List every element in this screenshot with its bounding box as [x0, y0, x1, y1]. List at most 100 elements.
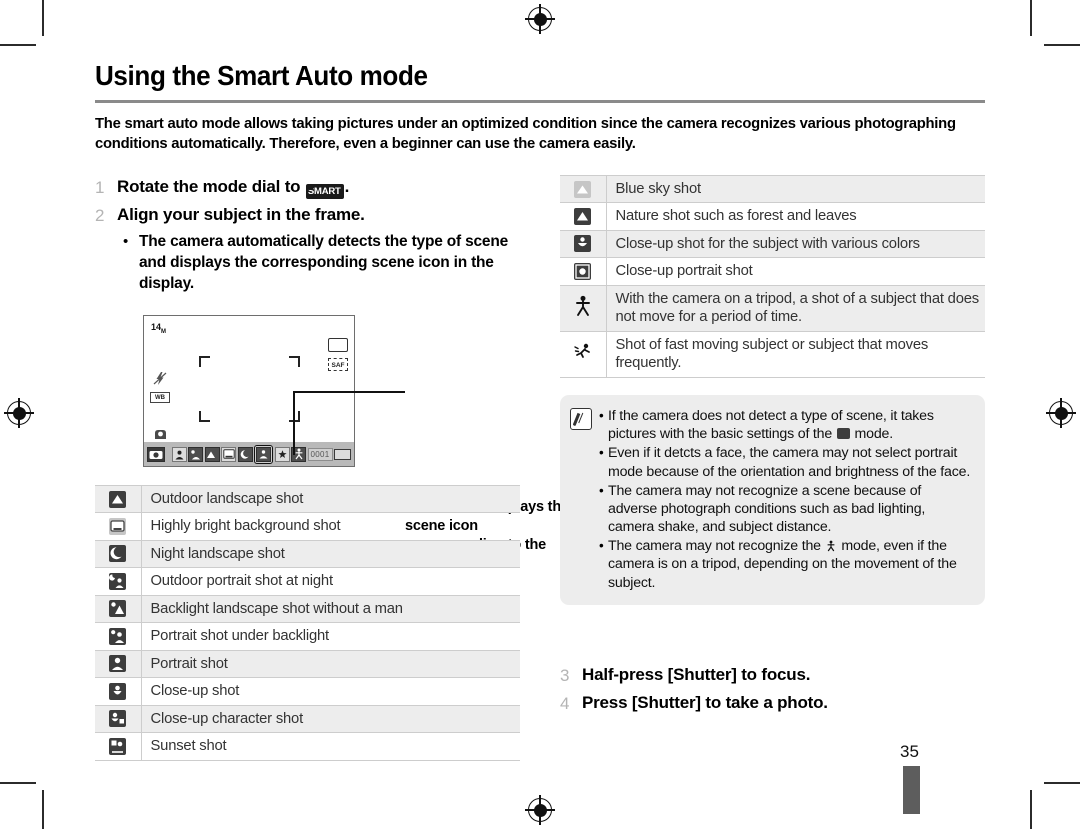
- note-item: • If the camera does not detect a type o…: [599, 407, 973, 443]
- backlight-portrait-icon: [188, 446, 203, 462]
- night-landscape-glyph: [109, 545, 127, 563]
- smart-mode-icon: [147, 446, 165, 462]
- scene-label: Highly bright background shot: [150, 518, 341, 535]
- scene-rows-left: Outdoor landscape shot Highly bright bac…: [95, 486, 520, 761]
- crop-mark-bottom-right-v: [1030, 790, 1032, 829]
- table-row: Outdoor portrait shot at night: [95, 567, 520, 596]
- scene-table-right: Blue sky shot Nature shot such as forest…: [560, 175, 985, 378]
- table-row: With the camera on a tripod, a shot of a…: [560, 285, 985, 332]
- night-landscape-icon: [95, 540, 142, 568]
- step-2: 2 Align your subject in the frame.: [95, 203, 520, 228]
- intro-paragraph: The smart auto mode allows taking pictur…: [95, 114, 956, 153]
- registration-mark-left: [4, 398, 34, 428]
- registration-mark-bottom: [525, 795, 555, 825]
- flash-off-icon: [150, 371, 170, 389]
- macro-portrait-glyph: [574, 262, 592, 280]
- table-row: Close-up shot for the subject with vario…: [560, 230, 985, 258]
- step-3-text: Half-press [Shutter] to focus.: [582, 663, 810, 687]
- scene-label: Portrait shot: [150, 655, 228, 672]
- frame-counter: 0001: [307, 447, 333, 461]
- blue-sky-icon: [560, 176, 607, 203]
- shutter-key-label: [Shutter]: [631, 693, 701, 713]
- step-2-number: 2: [95, 206, 105, 226]
- scene-label: Close-up character shot: [150, 710, 304, 727]
- step-4: 4 Press [Shutter] to take a photo.: [560, 691, 985, 716]
- af-frame-corner-tl: [199, 356, 210, 367]
- scene-table-left: Outdoor landscape shot Highly bright bac…: [95, 485, 520, 761]
- page-number-bar: [903, 766, 920, 814]
- note-pencil-icon: [570, 408, 592, 430]
- nature-icon: [560, 202, 607, 231]
- table-row: Night landscape shot: [95, 540, 520, 568]
- scene-label: Backlight landscape shot without a man: [150, 600, 404, 617]
- table-row: Close-up character shot: [95, 705, 520, 733]
- table-row: Close-up shot: [95, 677, 520, 706]
- step-1: 1 Rotate the mode dial to SMART.: [95, 175, 520, 200]
- step-2-bullet-item: • The camera automatically detects the t…: [123, 232, 520, 294]
- note-text: If the camera does not detect a type of …: [608, 407, 973, 443]
- table-row: Backlight landscape shot without a man: [95, 595, 520, 623]
- bullet-marker: •: [123, 233, 129, 251]
- macro-color-icon: [560, 230, 607, 258]
- scene-label: Outdoor landscape shot: [150, 491, 304, 507]
- macro-color-icon: [256, 446, 271, 462]
- note-text: The camera may not recognize the mode, e…: [608, 537, 973, 592]
- note-text-post: mode.: [850, 426, 894, 443]
- manual-page: Using the Smart Auto mode The smart auto…: [0, 0, 1080, 829]
- resolution-value: 14: [151, 322, 162, 332]
- note-box: • If the camera does not detect a type o…: [560, 395, 985, 605]
- crop-mark-top-right-v: [1030, 0, 1032, 36]
- note-item: • Even if it detcts a face, the camera m…: [599, 444, 973, 480]
- step-3-post: to focus.: [736, 665, 811, 684]
- smart-mode-icon: [836, 428, 850, 440]
- portrait-icon: [95, 650, 142, 678]
- white-background-icon: [221, 446, 236, 462]
- page-number: 35: [900, 742, 919, 761]
- smart-af-icon: SAF: [328, 358, 348, 371]
- battery-icon: [334, 448, 351, 460]
- note-items: • If the camera does not detect a type o…: [599, 407, 973, 593]
- note-item: • The camera may not recognize the mode,…: [599, 537, 973, 592]
- scene-label: Close-up shot: [150, 683, 240, 700]
- scene-table-right-body: Blue sky shot Nature shot such as forest…: [560, 176, 985, 378]
- note-text: Even if it detcts a face, the camera may…: [608, 445, 971, 480]
- backlight-portrait-icon: [95, 622, 142, 651]
- shutter-key-label: [Shutter]: [667, 665, 737, 684]
- white-balance-icon: WB: [150, 392, 170, 403]
- step-1-post: .: [344, 177, 350, 196]
- scene-label: Close-up portrait shot: [615, 263, 753, 280]
- step-4-text: Press [Shutter] to take a photo.: [582, 691, 828, 715]
- table-row: Portrait shot under backlight: [95, 622, 520, 651]
- lcd-illustration: 14M WB SAF 0001 The camera displays the …: [143, 315, 569, 572]
- registration-mark-top: [525, 4, 555, 34]
- step-1-text: Rotate the mode dial to SMART.: [117, 175, 349, 199]
- page-title: Using the Smart Auto mode: [95, 60, 428, 91]
- step-4-number: 4: [560, 694, 570, 714]
- bottom-steps: 3 Half-press [Shutter] to focus. 4 Press…: [560, 663, 985, 719]
- macro-color-glyph: [574, 235, 592, 253]
- table-row: Close-up portrait shot: [560, 257, 985, 286]
- step-2-bullets: • The camera automatically detects the t…: [123, 232, 520, 294]
- table-row: Nature shot such as forest and leaves: [560, 202, 985, 231]
- note-text-pre: The camera may not recognize the: [608, 538, 825, 555]
- registration-mark-right: [1046, 398, 1076, 428]
- sunset-glyph: [109, 737, 127, 755]
- night-portrait-icon: [95, 567, 142, 596]
- step-3-number: 3: [560, 666, 570, 685]
- step-1-pre: Rotate the mode dial to: [117, 177, 305, 196]
- sunset-icon: [95, 732, 142, 761]
- scene-label: Outdoor portrait shot at night: [150, 573, 334, 590]
- tripod-icon: [560, 285, 607, 332]
- white-balance-box: WB: [150, 392, 170, 403]
- crop-mark-bottom-left-h: [0, 782, 36, 784]
- scene-label: Portrait shot under backlight: [150, 628, 330, 645]
- scene-label: Close-up shot for the subject with vario…: [615, 235, 921, 252]
- af-frame-corner-tr: [289, 356, 300, 367]
- resolution-indicator: 14M: [151, 322, 166, 335]
- scene-label: Night landscape shot: [150, 545, 285, 562]
- portrait-icon: [171, 446, 187, 462]
- bullet-marker: •: [599, 445, 604, 461]
- landscape-icon: [204, 446, 220, 462]
- step-4-pre: Press: [582, 693, 632, 713]
- action-glyph: [574, 343, 590, 358]
